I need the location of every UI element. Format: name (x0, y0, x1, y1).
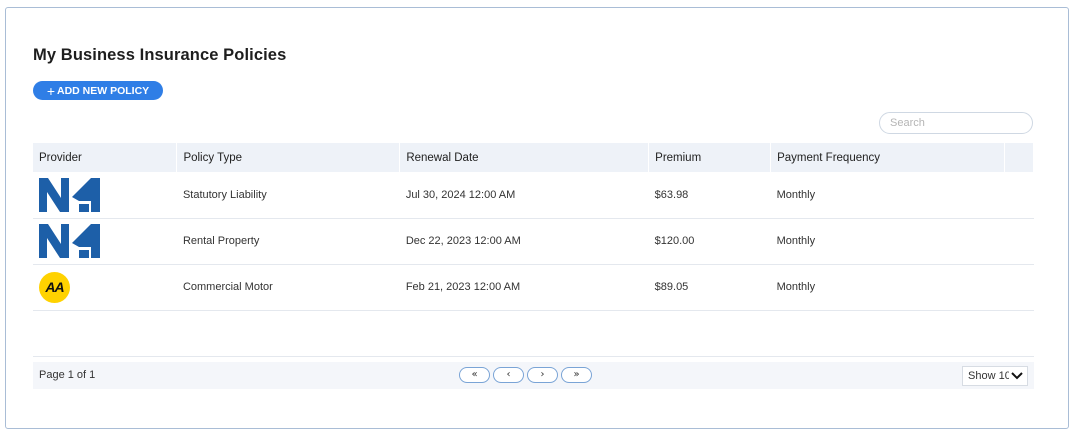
table-empty-row (33, 310, 1034, 356)
pagination: « ‹ › » (459, 367, 592, 383)
premium-cell: $63.98 (654, 188, 689, 201)
renewal-date-cell: Dec 22, 2023 12:00 AM (405, 235, 521, 247)
page-info: Page 1 of 1 (39, 369, 96, 381)
search-input[interactable] (879, 112, 1033, 134)
renewal-date-cell: Jul 30, 2024 12:00 AM (405, 188, 516, 201)
premium-cell: $89.05 (654, 281, 689, 293)
premium-cell: $120.00 (654, 235, 695, 247)
policy-type-cell: Rental Property (182, 235, 260, 247)
page-title: My Business Insurance Policies (33, 46, 287, 64)
payment-frequency-cell: Monthly (776, 188, 816, 201)
table-footer: Page 1 of 1 « ‹ › » Show 10 (33, 362, 1034, 389)
column-header-premium[interactable]: Premium (648, 143, 772, 172)
provider-cell (33, 218, 177, 264)
plus-icon: + (46, 82, 55, 99)
add-new-policy-button[interactable]: + ADD NEW POLICY (33, 81, 163, 100)
column-header-policy-type[interactable]: Policy Type (176, 143, 401, 172)
policy-type-cell: Commercial Motor (182, 281, 273, 293)
last-page-button[interactable]: » (561, 367, 592, 383)
policy-type-cell: Statutory Liability (182, 188, 267, 201)
provider-cell: AA (33, 264, 177, 310)
renewal-date-cell: Feb 21, 2023 12:00 AM (405, 281, 521, 293)
policies-table: Provider Policy Type Renewal Date Premiu… (33, 143, 1035, 357)
payment-frequency-cell: Monthly (776, 235, 816, 247)
first-page-button[interactable]: « (459, 367, 490, 383)
table-row[interactable]: Rental Property Dec 22, 2023 12:00 AM $1… (33, 218, 1034, 264)
add-new-policy-label: ADD NEW POLICY (57, 84, 150, 97)
page-size-label: Show 10 (968, 370, 1009, 382)
payment-frequency-cell: Monthly (776, 281, 816, 293)
nzi-logo (39, 224, 100, 258)
next-page-button[interactable]: › (527, 367, 558, 383)
column-header-actions (1004, 143, 1035, 172)
table-row[interactable]: AA Commercial Motor Feb 21, 2023 12:00 A… (33, 264, 1034, 310)
chevron-down-icon (1011, 372, 1023, 380)
table-row[interactable]: Statutory Liability Jul 30, 2024 12:00 A… (33, 172, 1034, 218)
table-header-row: Provider Policy Type Renewal Date Premiu… (33, 143, 1035, 172)
prev-page-button[interactable]: ‹ (493, 367, 524, 383)
aa-logo-text: AA (45, 279, 64, 295)
column-header-payment-frequency[interactable]: Payment Frequency (770, 143, 1005, 172)
aa-logo: AA (39, 271, 70, 303)
provider-cell (33, 172, 177, 218)
column-header-provider[interactable]: Provider (33, 143, 178, 172)
column-header-renewal-date[interactable]: Renewal Date (399, 143, 650, 172)
page-size-select[interactable]: Show 10 (962, 366, 1028, 386)
nzi-logo (39, 177, 100, 212)
